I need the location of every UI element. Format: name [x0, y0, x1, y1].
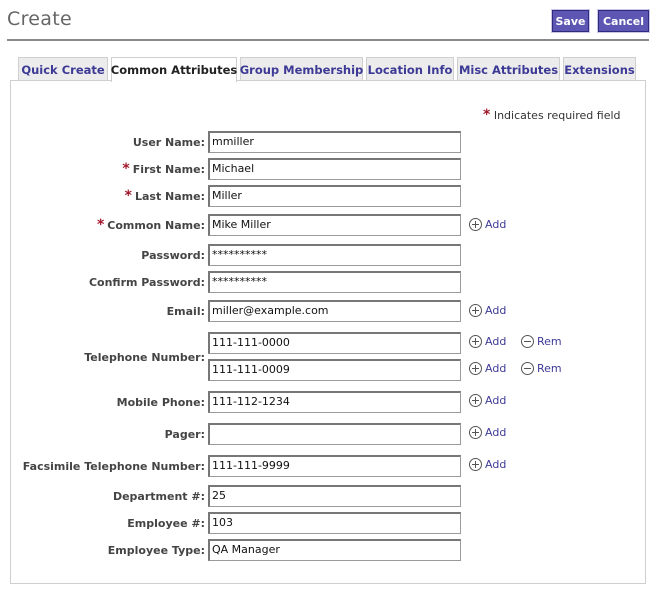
telephone-2-remove-button[interactable]: Rem — [521, 362, 562, 375]
user-name-label: User Name: — [132, 136, 205, 149]
telephone-input-2[interactable]: 111-111-0009 — [208, 359, 461, 381]
common-name-label: * Common Name: — [96, 217, 205, 233]
common-name-add-button[interactable]: Add — [469, 218, 506, 231]
required-note-text: Indicates required field — [493, 109, 621, 122]
employee-number-input[interactable]: 103 — [208, 512, 461, 534]
department-label: Department #: — [112, 490, 205, 503]
page-title: Create — [7, 8, 72, 30]
confirm-password-label: Confirm Password: — [88, 276, 205, 289]
mobile-phone-input[interactable]: 111-112-1234 — [208, 391, 461, 413]
add-icon — [469, 394, 482, 407]
department-input[interactable]: 25 — [208, 485, 461, 507]
required-note: * Indicates required field — [483, 107, 621, 123]
last-name-label: * Last Name: — [124, 188, 205, 204]
telephone-input-1[interactable]: 111-111-0000 — [208, 332, 461, 354]
tab-extensions[interactable]: Extensions — [563, 57, 636, 81]
tab-quick-create[interactable]: Quick Create — [18, 57, 108, 81]
password-label: Password: — [141, 249, 205, 262]
email-input[interactable]: miller@example.com — [208, 300, 461, 322]
employee-type-input[interactable]: QA Manager — [208, 539, 461, 561]
confirm-password-input[interactable]: ********** — [208, 271, 461, 293]
required-star: * — [96, 217, 105, 233]
telephone-label: Telephone Number: — [84, 351, 205, 364]
add-icon — [469, 426, 482, 439]
employee-type-label: Employee Type: — [107, 544, 205, 557]
first-name-input[interactable]: Michael — [208, 158, 461, 180]
tab-group-membership[interactable]: Group Membership — [240, 57, 363, 81]
cancel-button[interactable]: Cancel — [597, 9, 650, 33]
fax-input[interactable]: 111-111-9999 — [208, 455, 461, 477]
email-label: Email: — [166, 305, 205, 318]
mobile-phone-add-button[interactable]: Add — [469, 394, 506, 407]
common-name-input[interactable]: Mike Miller — [208, 214, 461, 236]
user-name-input[interactable]: mmiller — [208, 131, 461, 153]
required-star: * — [122, 161, 130, 177]
fax-label: Facsimile Telephone Number: — [22, 460, 205, 473]
pager-input[interactable] — [208, 423, 461, 445]
title-divider — [7, 39, 649, 41]
remove-icon — [521, 362, 534, 375]
mobile-phone-label: Mobile Phone: — [116, 396, 205, 409]
required-star: * — [483, 107, 491, 123]
telephone-2-add-button[interactable]: Add — [469, 362, 506, 375]
remove-icon — [521, 335, 534, 348]
pager-label: Pager: — [164, 428, 205, 441]
required-star: * — [124, 188, 132, 204]
add-icon — [469, 458, 482, 471]
employee-number-label: Employee #: — [127, 517, 205, 530]
tab-common-attributes[interactable]: Common Attributes — [111, 57, 237, 82]
tab-misc-attributes[interactable]: Misc Attributes — [457, 57, 560, 81]
first-name-label: * First Name: — [122, 161, 205, 177]
add-icon — [469, 304, 482, 317]
last-name-input[interactable]: Miller — [208, 185, 461, 207]
telephone-1-remove-button[interactable]: Rem — [521, 335, 562, 348]
telephone-1-add-button[interactable]: Add — [469, 335, 506, 348]
password-input[interactable]: ********** — [208, 244, 461, 266]
tab-location-info[interactable]: Location Info — [366, 57, 454, 81]
add-icon — [469, 335, 482, 348]
add-icon — [469, 362, 482, 375]
save-button[interactable]: Save — [551, 9, 590, 33]
fax-add-button[interactable]: Add — [469, 458, 506, 471]
add-icon — [469, 218, 482, 231]
pager-add-button[interactable]: Add — [469, 426, 506, 439]
email-add-button[interactable]: Add — [469, 304, 506, 317]
